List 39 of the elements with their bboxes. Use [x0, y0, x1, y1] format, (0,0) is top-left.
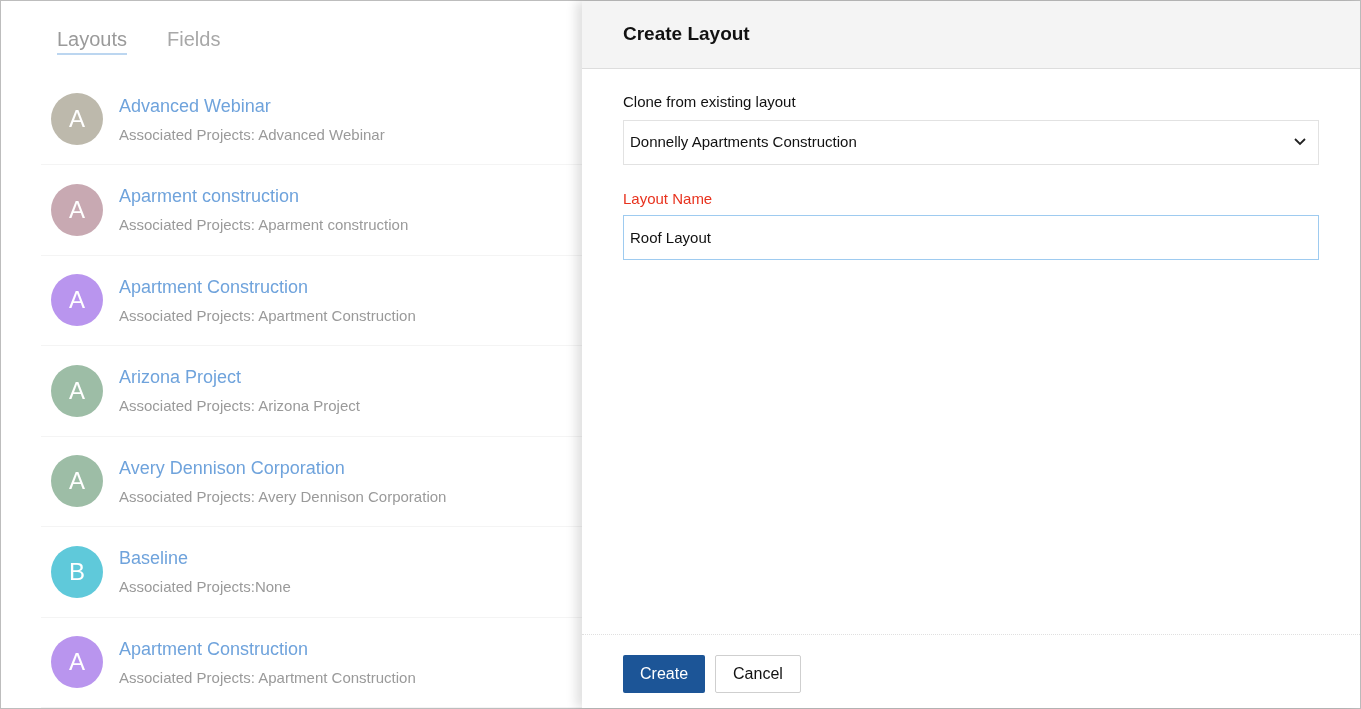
chevron-down-icon	[1294, 138, 1306, 146]
associated-projects: Associated Projects: Arizona Project	[119, 396, 360, 416]
associated-projects: Associated Projects: Advanced Webinar	[119, 124, 385, 145]
associated-projects: Associated Projects: Apartment Construction	[119, 667, 416, 688]
clone-dropdown[interactable]: Donnelly Apartments Construction	[623, 119, 1319, 165]
tab[interactable]: Fields	[167, 25, 221, 55]
layout-row[interactable]: A Advanced Webinar Associated Projects: Advanced Webinar	[41, 74, 582, 165]
dropdown-value: Donnelly Apartments Construction	[630, 131, 857, 152]
layout-row[interactable]: A Arizona Project Associated Projects: Arizona Project	[41, 346, 582, 437]
associated-projects: Associated Projects: Aparment construction	[119, 215, 409, 235]
cancel-button[interactable]: Cancel	[715, 654, 801, 693]
avatar: A	[51, 636, 103, 689]
avatar: A	[51, 364, 103, 417]
field-label: Layout Name	[623, 188, 714, 209]
layout-row[interactable]: A Apartment Construction Associated Projects: Apartment Construction	[41, 255, 582, 346]
associated-projects: Associated Projects: Avery Dennison Corporation	[119, 486, 447, 507]
associated-projects: Associated Projects:None	[119, 577, 291, 597]
panel-title: Create Layout	[623, 22, 750, 47]
layout-name: Baseline	[119, 547, 190, 570]
layout-name: Apartment Construction	[119, 275, 310, 299]
avatar: A	[51, 183, 103, 236]
layout-row[interactable]: B Baseline Associated Projects:None	[41, 527, 582, 618]
layout-row[interactable]: A Apartment Construction Associated Projects: Apartment Construction	[41, 617, 582, 708]
avatar: B	[51, 545, 103, 598]
avatar: A	[51, 455, 103, 508]
associated-projects: Associated Projects: Apartment Construction	[119, 305, 416, 326]
layout-row[interactable]: A Avery Dennison Corporation Associated Projects: Avery Dennison Corporation	[41, 436, 582, 527]
field-label: Clone from existing layout	[623, 92, 797, 112]
create-button[interactable]: Create	[623, 654, 706, 693]
layout-name: Aparment construction	[119, 185, 301, 208]
layout-row[interactable]: A Aparment construction Associated Projects: Aparment construction	[41, 165, 582, 256]
avatar: A	[51, 274, 103, 327]
tab[interactable]: Layouts	[57, 25, 128, 55]
layout-name: Apartment Construction	[119, 637, 310, 661]
layout-name: Arizona Project	[119, 366, 243, 389]
layout-name: Advanced Webinar	[119, 94, 272, 118]
layout-name: Avery Dennison Corporation	[119, 456, 346, 480]
layout-name-input[interactable]: Roof Layout	[623, 215, 1319, 260]
avatar: A	[51, 93, 103, 146]
